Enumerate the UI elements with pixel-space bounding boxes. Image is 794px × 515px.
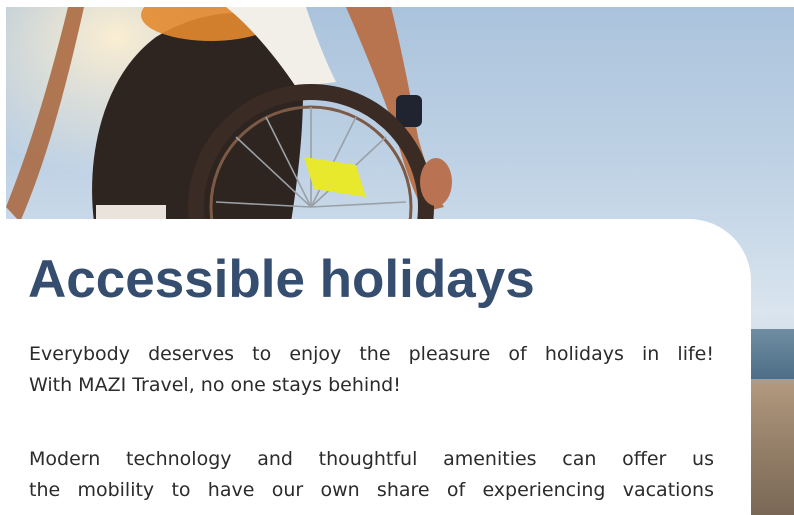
- body-paragraph: Modern technology and thoughtful ameniti…: [29, 444, 714, 506]
- paragraph-line: Everybody deserves to enjoy the pleasure…: [29, 343, 714, 365]
- page-title: Accessible holidays: [28, 250, 535, 309]
- paragraph-line: the mobility to have our own share of ex…: [29, 479, 714, 501]
- page: Accessible holidays Everybody deserves t…: [0, 0, 794, 515]
- paragraph-line: With MAZI Travel, no one stays behind!: [29, 374, 401, 396]
- paragraph-line: Modern technology and thoughtful ameniti…: [29, 448, 714, 470]
- intro-paragraph: Everybody deserves to enjoy the pleasure…: [29, 339, 714, 401]
